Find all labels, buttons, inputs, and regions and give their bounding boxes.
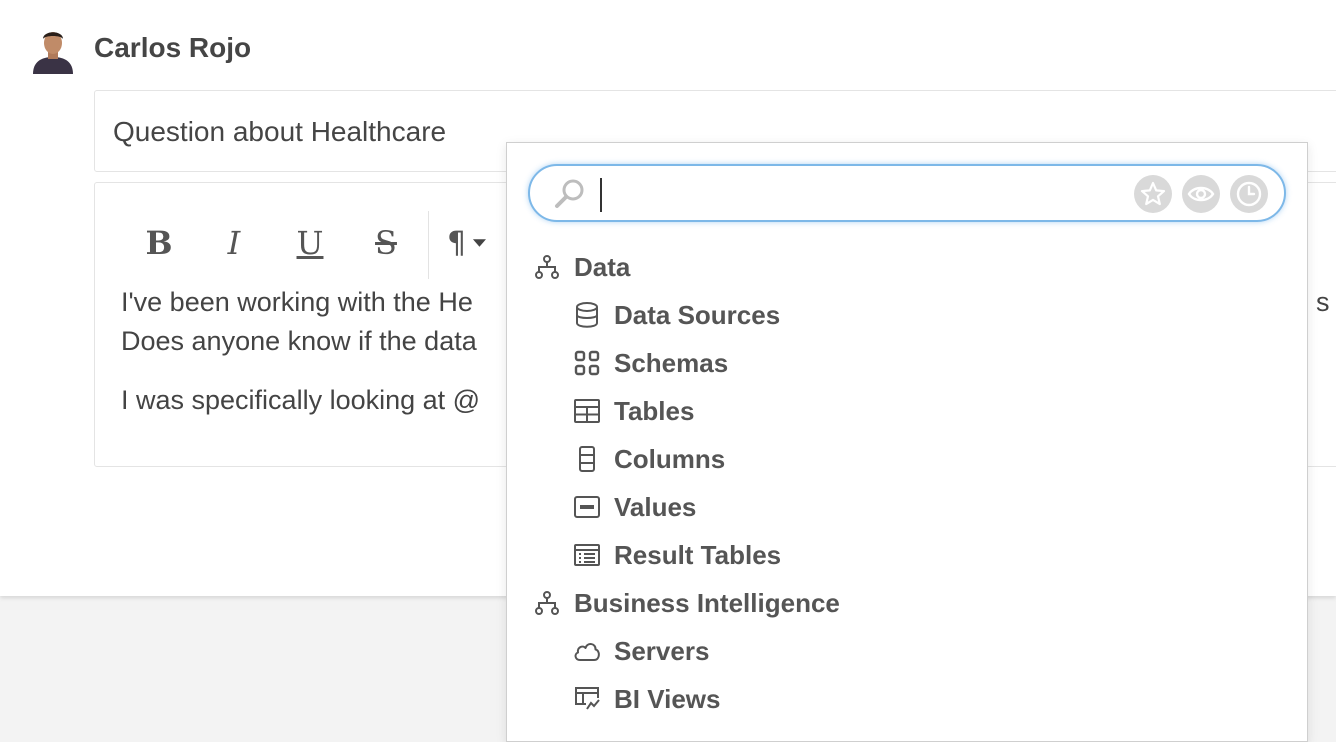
watching-filter-button[interactable] [1182, 175, 1220, 213]
menu-item-tables[interactable]: Tables [573, 391, 694, 431]
title-text: Question about Healthcare [113, 116, 447, 147]
grid-icon [573, 349, 601, 377]
menu-item-columns[interactable]: Columns [573, 439, 725, 479]
group-business-intelligence[interactable]: Business Intelligence [533, 583, 840, 623]
menu-item-label: BI Views [614, 683, 721, 714]
strikethrough-button[interactable]: S [366, 223, 406, 263]
underline-button[interactable]: U [290, 223, 330, 263]
editor-line-2: Does anyone know if the data [121, 326, 477, 356]
editor-line-3: I was specifically looking at @ [121, 385, 481, 415]
avatar[interactable] [31, 26, 75, 74]
bi-view-icon [573, 685, 601, 713]
menu-item-label: Result Tables [614, 539, 782, 570]
paragraph-label: ¶ [447, 225, 467, 261]
star-icon [1140, 181, 1166, 206]
hierarchy-icon [533, 589, 561, 617]
menu-item-label: Data Sources [614, 299, 781, 330]
author-name[interactable]: Carlos Rojo [94, 32, 251, 64]
group-label: Data [574, 251, 631, 282]
menu-item-servers[interactable]: Servers [573, 631, 709, 671]
mention-dropdown: Data Data Sources Schemas Tables Columns… [506, 142, 1308, 742]
database-icon [573, 301, 601, 329]
menu-item-data-sources[interactable]: Data Sources [573, 295, 780, 335]
editor-line-1-tail: s d [1316, 287, 1336, 317]
column-icon [573, 445, 601, 473]
italic-button[interactable]: I [214, 223, 254, 263]
clock-icon [1236, 181, 1262, 207]
menu-item-label: Values [614, 491, 697, 522]
menu-item-result-tables[interactable]: Result Tables [573, 535, 781, 575]
star-filter-button[interactable] [1134, 175, 1172, 213]
menu-item-values[interactable]: Values [573, 487, 696, 527]
group-data[interactable]: Data [533, 247, 630, 287]
cloud-icon [573, 637, 601, 665]
toolbar-divider [428, 211, 429, 279]
recent-filter-button[interactable] [1230, 175, 1268, 213]
search-icon [555, 179, 584, 208]
editor-line-1: I've been working with the He [121, 287, 473, 317]
search-input[interactable] [598, 174, 1122, 214]
menu-item-bi-views[interactable]: BI Views [573, 679, 720, 719]
group-label: Business Intelligence [574, 587, 840, 618]
menu-item-label: Servers [614, 635, 710, 666]
menu-item-label: Columns [614, 443, 726, 474]
menu-item-schemas[interactable]: Schemas [573, 343, 728, 383]
eye-icon [1187, 186, 1215, 202]
menu-item-label: Schemas [614, 347, 729, 378]
menu-item-label: Tables [614, 395, 695, 426]
text-caret [600, 178, 602, 212]
search-box[interactable] [528, 164, 1286, 222]
caret-down-icon [473, 239, 487, 247]
table-icon [573, 397, 601, 425]
hierarchy-icon [533, 253, 561, 281]
value-icon [573, 493, 601, 521]
paragraph-button[interactable]: ¶ [447, 223, 487, 263]
bold-button[interactable]: B [139, 223, 179, 263]
result-table-icon [573, 541, 601, 569]
